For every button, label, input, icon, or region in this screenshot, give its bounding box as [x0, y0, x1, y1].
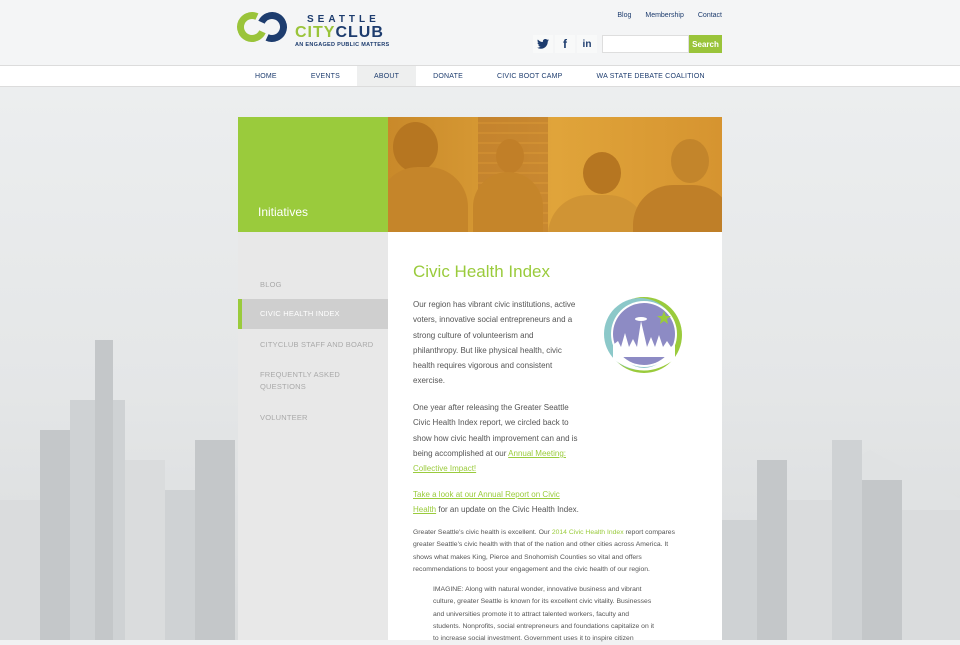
- sidebar-item-staff-and-board[interactable]: CITYCLUB STAFF AND BOARD: [238, 339, 388, 351]
- logo-word-cityclub: CITYCLUB: [295, 24, 384, 41]
- facebook-icon[interactable]: f: [555, 35, 575, 53]
- nav-home[interactable]: HOME: [238, 66, 294, 86]
- toplink-contact[interactable]: Contact: [698, 12, 722, 19]
- imagine-quote: IMAGINE: Along with natural wonder, inno…: [433, 586, 655, 643]
- toplink-blog[interactable]: Blog: [617, 12, 631, 19]
- sidebar-item-volunteer[interactable]: VOLUNTEER: [238, 412, 388, 424]
- nav-civic-boot-camp[interactable]: CIVIC BOOT CAMP: [480, 66, 580, 86]
- linkedin-icon[interactable]: in: [577, 35, 597, 53]
- hero-photo: [388, 117, 722, 232]
- utility-links: Blog Membership Contact: [617, 12, 722, 19]
- sidebar: BLOG CIVIC HEALTH INDEX CITYCLUB STAFF A…: [238, 232, 388, 640]
- civic-health-summary: Greater Seattle's civic health is excell…: [413, 529, 675, 573]
- nav-events[interactable]: EVENTS: [294, 66, 357, 86]
- social-links: f in: [533, 35, 597, 53]
- annual-meeting-paragraph: One year after releasing the Greater Sea…: [413, 403, 578, 474]
- logo-rings-icon: [232, 7, 292, 47]
- civic-health-index-2014-link[interactable]: 2014 Civic Health Index: [552, 529, 624, 536]
- main-content: Civic Health Index Our region has vibran…: [388, 232, 722, 642]
- annual-report-link[interactable]: Take a look at our Annual Report on Civi…: [413, 490, 560, 499]
- search-button[interactable]: Search: [689, 35, 722, 53]
- toplink-membership[interactable]: Membership: [645, 12, 684, 19]
- intro-paragraph: Our region has vibrant civic institution…: [413, 300, 576, 386]
- logo-tagline: AN ENGAGED PUBLIC MATTERS: [295, 42, 390, 48]
- annual-report-link-cont[interactable]: Health: [413, 505, 436, 514]
- search-input[interactable]: [602, 35, 689, 53]
- sidebar-item-blog[interactable]: BLOG: [238, 279, 388, 291]
- annual-report-paragraph: Take a look at our Annual Report on Civi…: [413, 490, 579, 515]
- hero-banner: Initiatives: [238, 117, 388, 232]
- main-nav: HOME EVENTS ABOUT DONATE CIVIC BOOT CAMP…: [0, 65, 960, 87]
- sidebar-item-faq[interactable]: FREQUENTLY ASKED QUESTIONS: [238, 369, 348, 393]
- annual-meeting-link[interactable]: Annual Meeting:: [508, 449, 566, 458]
- nav-donate[interactable]: DONATE: [416, 66, 480, 86]
- nav-wa-state-debate-coalition[interactable]: WA STATE DEBATE COALITION: [580, 66, 722, 86]
- sidebar-item-civic-health-index[interactable]: CIVIC HEALTH INDEX: [238, 299, 388, 329]
- twitter-icon[interactable]: [533, 35, 553, 53]
- civic-health-index-logo: [604, 297, 682, 373]
- site-header: SEATTLE CITYCLUB AN ENGAGED PUBLIC MATTE…: [0, 0, 960, 65]
- nav-about[interactable]: ABOUT: [357, 66, 417, 86]
- hero-title: Initiatives: [258, 205, 309, 219]
- page-title: Civic Health Index: [413, 262, 551, 281]
- seattle-cityclub-logo[interactable]: SEATTLE CITYCLUB AN ENGAGED PUBLIC MATTE…: [232, 7, 389, 50]
- collective-impact-link[interactable]: Collective Impact!: [413, 464, 476, 473]
